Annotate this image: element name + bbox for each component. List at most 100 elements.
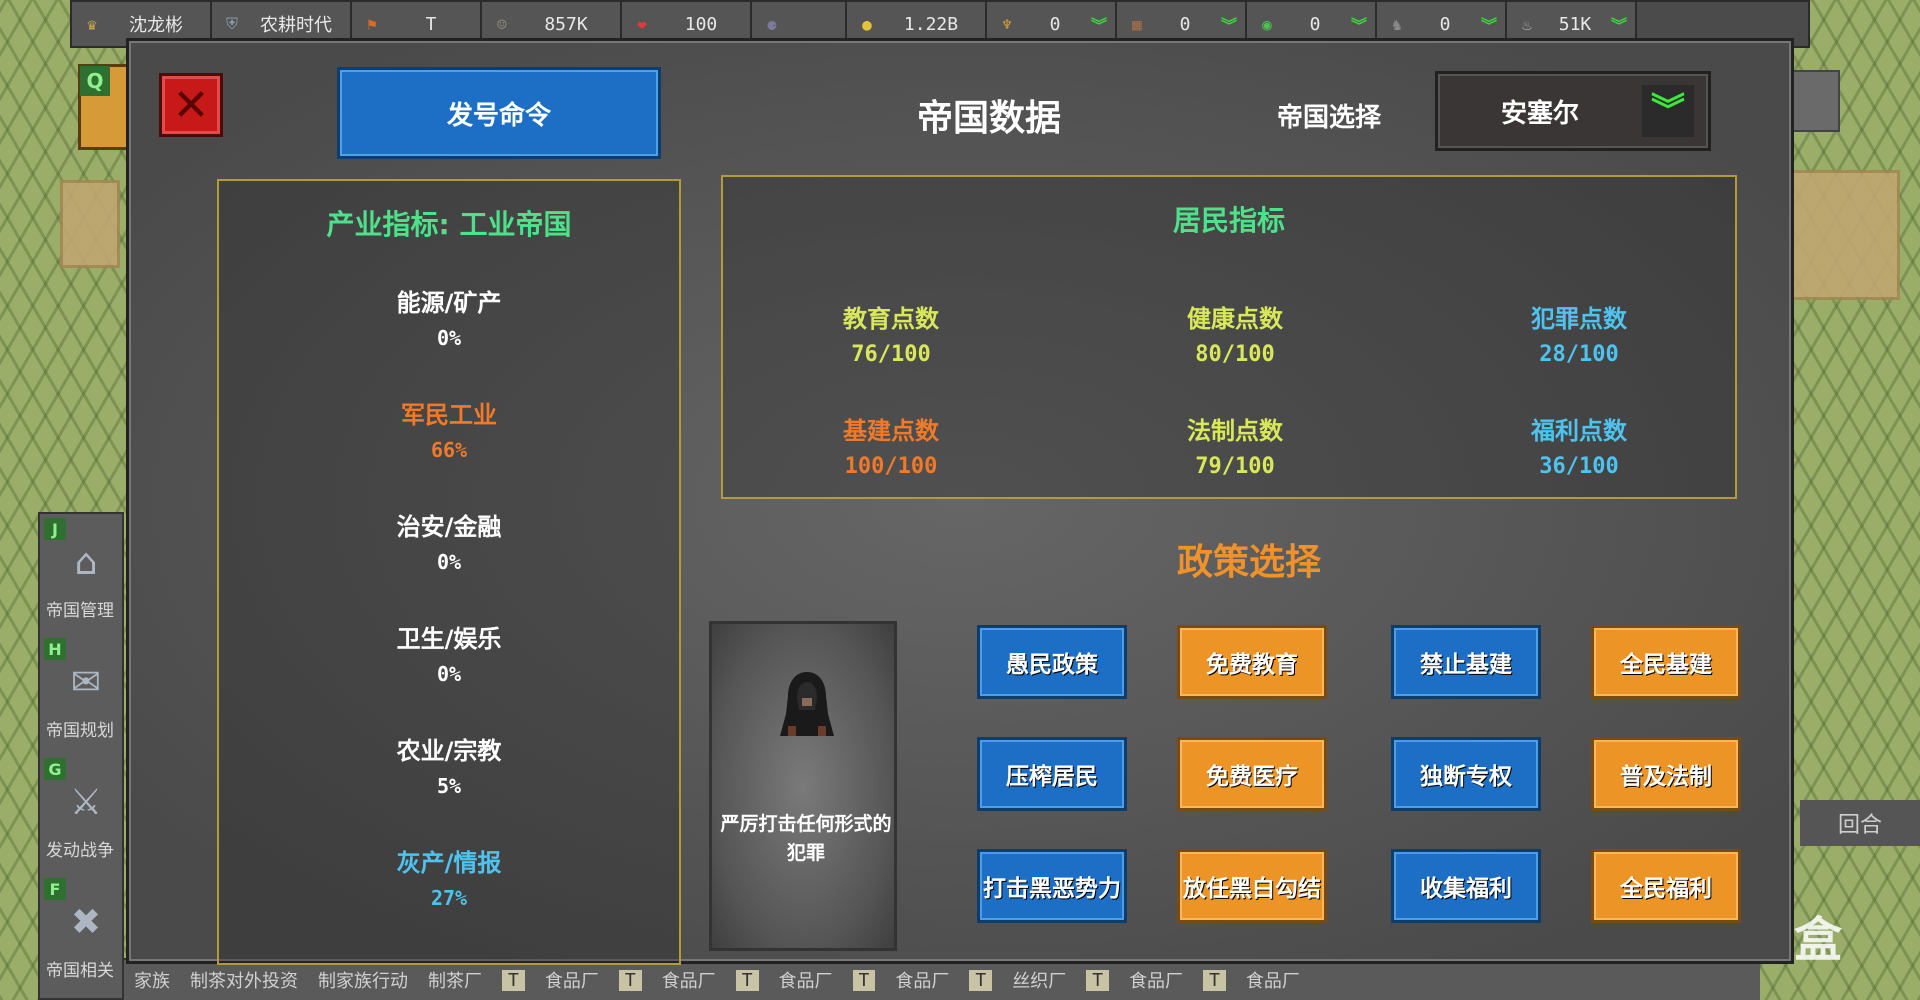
wheat-icon: ♆	[1002, 14, 1012, 34]
building-bar-item[interactable]: 食品厂	[779, 967, 833, 993]
industry-panel: 产业指标: 工业帝国 能源/矿产 0% 军民工业 66% 治安/金融 0% 卫生/娱乐 0% 农…	[217, 179, 681, 965]
chevron-down-icon: ︾	[1642, 85, 1694, 137]
policy-button[interactable]: 全民基建	[1591, 625, 1741, 699]
close-icon: ✕	[172, 79, 210, 131]
resident-name: 健康点数	[1187, 305, 1283, 333]
industry-value: 0%	[436, 662, 462, 686]
building-bar-item[interactable]: T	[618, 969, 642, 991]
empire-dropdown[interactable]: 安塞尔 ︾	[1435, 71, 1711, 151]
resident-name: 基建点数	[843, 417, 939, 445]
side-menu: J ⌂ 帝国管理 H ✉ 帝国规划 G ⚔ 发动战争 F ✖ 帝国相关	[38, 512, 124, 1000]
industry-indicator: 卫生/娱乐 0%	[219, 619, 679, 686]
building-bar-item[interactable]: 食品厂	[1246, 967, 1300, 993]
gem-icon: ◉	[1262, 14, 1272, 34]
empire-select-label: 帝国选择	[1276, 103, 1381, 133]
dirt-patch	[60, 180, 120, 268]
building-bar-item[interactable]: 制家族行动	[318, 967, 408, 993]
industry-name: 军民工业	[401, 401, 497, 429]
resource-value: 0	[1439, 13, 1451, 35]
chevron-down-icon: ︾	[1610, 16, 1627, 35]
industry-value: 5%	[436, 774, 462, 798]
industry-title: 产业指标: 工业帝国	[326, 208, 572, 241]
dirt-patch	[1790, 170, 1900, 300]
empire-data-dialog: ✕ 发号命令 帝国数据 帝国选择 安塞尔 ︾ 产业指标: 工业帝国 能源/矿产 0…	[126, 38, 1794, 965]
side-menu-item[interactable]: H ✉ 帝国规划	[40, 634, 126, 752]
industry-indicator: 灰产/情报 27%	[219, 843, 679, 910]
round-label[interactable]: 回合	[1800, 800, 1920, 846]
round-label-text: 回合	[1837, 813, 1882, 838]
industry-value: 66%	[430, 438, 468, 462]
industry-value: 27%	[430, 886, 468, 910]
resident-value: 28/100	[1539, 342, 1619, 367]
side-menu-label: 帝国管理	[46, 601, 114, 621]
industry-name: 灰产/情报	[396, 849, 502, 877]
house-icon: ⌂	[74, 541, 98, 583]
resident-value: 100/100	[844, 454, 938, 479]
population-icon: ☺	[497, 14, 507, 34]
dialog-title: 帝国数据	[916, 98, 1061, 139]
side-menu-label: 帝国规划	[46, 721, 114, 741]
horse-icon: ♞	[1392, 14, 1402, 34]
coin-icon: ●	[862, 14, 872, 34]
policy-button[interactable]: 收集福利	[1391, 849, 1541, 923]
industry-indicator: 农业/宗教 5%	[219, 731, 679, 798]
heart-icon: ❤	[637, 14, 647, 34]
resident-indicator: 健康点数 80/100	[1115, 299, 1355, 367]
side-menu-item[interactable]: J ⌂ 帝国管理	[40, 514, 126, 632]
side-menu-label: 帝国相关	[46, 961, 114, 981]
resource-value: 51K	[1558, 13, 1592, 35]
resource-value: 857K	[544, 13, 588, 35]
resource-value: T	[425, 13, 437, 35]
wheat-ball-icon: ⚈	[767, 14, 777, 34]
chevron-down-icon: ︾	[1220, 16, 1237, 35]
building-bar-item[interactable]: T	[1203, 969, 1226, 991]
policy-button[interactable]: 愚民政策	[977, 625, 1127, 699]
policy-button[interactable]: 普及法制	[1591, 737, 1741, 811]
resident-panel: 居民指标 教育点数 76/100 健康点数 80/100 犯罪点数 28/100 基建点数 1…	[721, 175, 1737, 499]
issue-command-button[interactable]: 发号命令	[337, 67, 661, 159]
building-bar-item[interactable]: T	[1086, 969, 1110, 991]
resident-indicator: 基建点数 100/100	[771, 411, 1011, 479]
building-bar-item[interactable]: 制茶厂	[428, 967, 482, 993]
building-bar-item[interactable]: T	[502, 969, 525, 991]
resource-value: 0	[1179, 13, 1191, 35]
policy-button[interactable]: 免费医疗	[1177, 737, 1327, 811]
resident-name: 教育点数	[843, 305, 939, 333]
policy-button[interactable]: 禁止基建	[1391, 625, 1541, 699]
building-bar-item[interactable]: 丝织厂	[1012, 967, 1066, 993]
policy-button[interactable]: 打击黑恶势力	[977, 849, 1127, 923]
hotkey-q: Q	[80, 66, 110, 96]
chevron-down-icon: ︾	[1090, 16, 1107, 35]
industry-name: 农业/宗教	[396, 737, 502, 765]
industry-name: 治安/金融	[396, 513, 502, 541]
building-bar-item[interactable]: 食品厂	[1129, 967, 1183, 993]
industry-value: 0%	[436, 550, 462, 574]
policy-card: 严厉打击任何形式的犯罪	[709, 621, 897, 951]
building-bar-item[interactable]: 食品厂	[895, 967, 949, 993]
building-bar-item[interactable]: 制茶对外投资	[190, 967, 298, 993]
resident-name: 犯罪点数	[1531, 305, 1627, 333]
side-menu-item[interactable]: F ✖ 帝国相关	[40, 874, 126, 992]
close-button[interactable]: ✕	[159, 73, 223, 137]
policy-button[interactable]: 压榨居民	[977, 737, 1127, 811]
crown-icon: ♛	[87, 14, 97, 34]
policy-button[interactable]: 免费教育	[1177, 625, 1327, 699]
policy-button[interactable]: 放任黑白勾结	[1177, 849, 1327, 923]
resident-value: 80/100	[1195, 342, 1275, 367]
building-bar-item[interactable]: 家族	[134, 967, 170, 993]
building-bar-item[interactable]: 食品厂	[545, 967, 599, 993]
industry-indicator: 治安/金融 0%	[219, 507, 679, 574]
building-bar-item[interactable]: T	[852, 969, 876, 991]
scroll-icon: ✉	[70, 661, 102, 703]
policy-button[interactable]: 独断专权	[1391, 737, 1541, 811]
flag-icon: ⚑	[367, 14, 377, 34]
building-bar-item[interactable]: T	[969, 969, 993, 991]
building-bar-item[interactable]: 食品厂	[662, 967, 716, 993]
crate-icon: ▦	[1132, 14, 1142, 34]
x-circle-icon: ✖	[70, 901, 102, 943]
building-bar-item[interactable]: T	[735, 969, 759, 991]
side-menu-item[interactable]: G ⚔ 发动战争	[40, 754, 126, 872]
policy-button[interactable]: 全民福利	[1591, 849, 1741, 923]
hooded-figure-icon	[780, 672, 834, 736]
resource-value: 农耕时代	[260, 15, 332, 36]
